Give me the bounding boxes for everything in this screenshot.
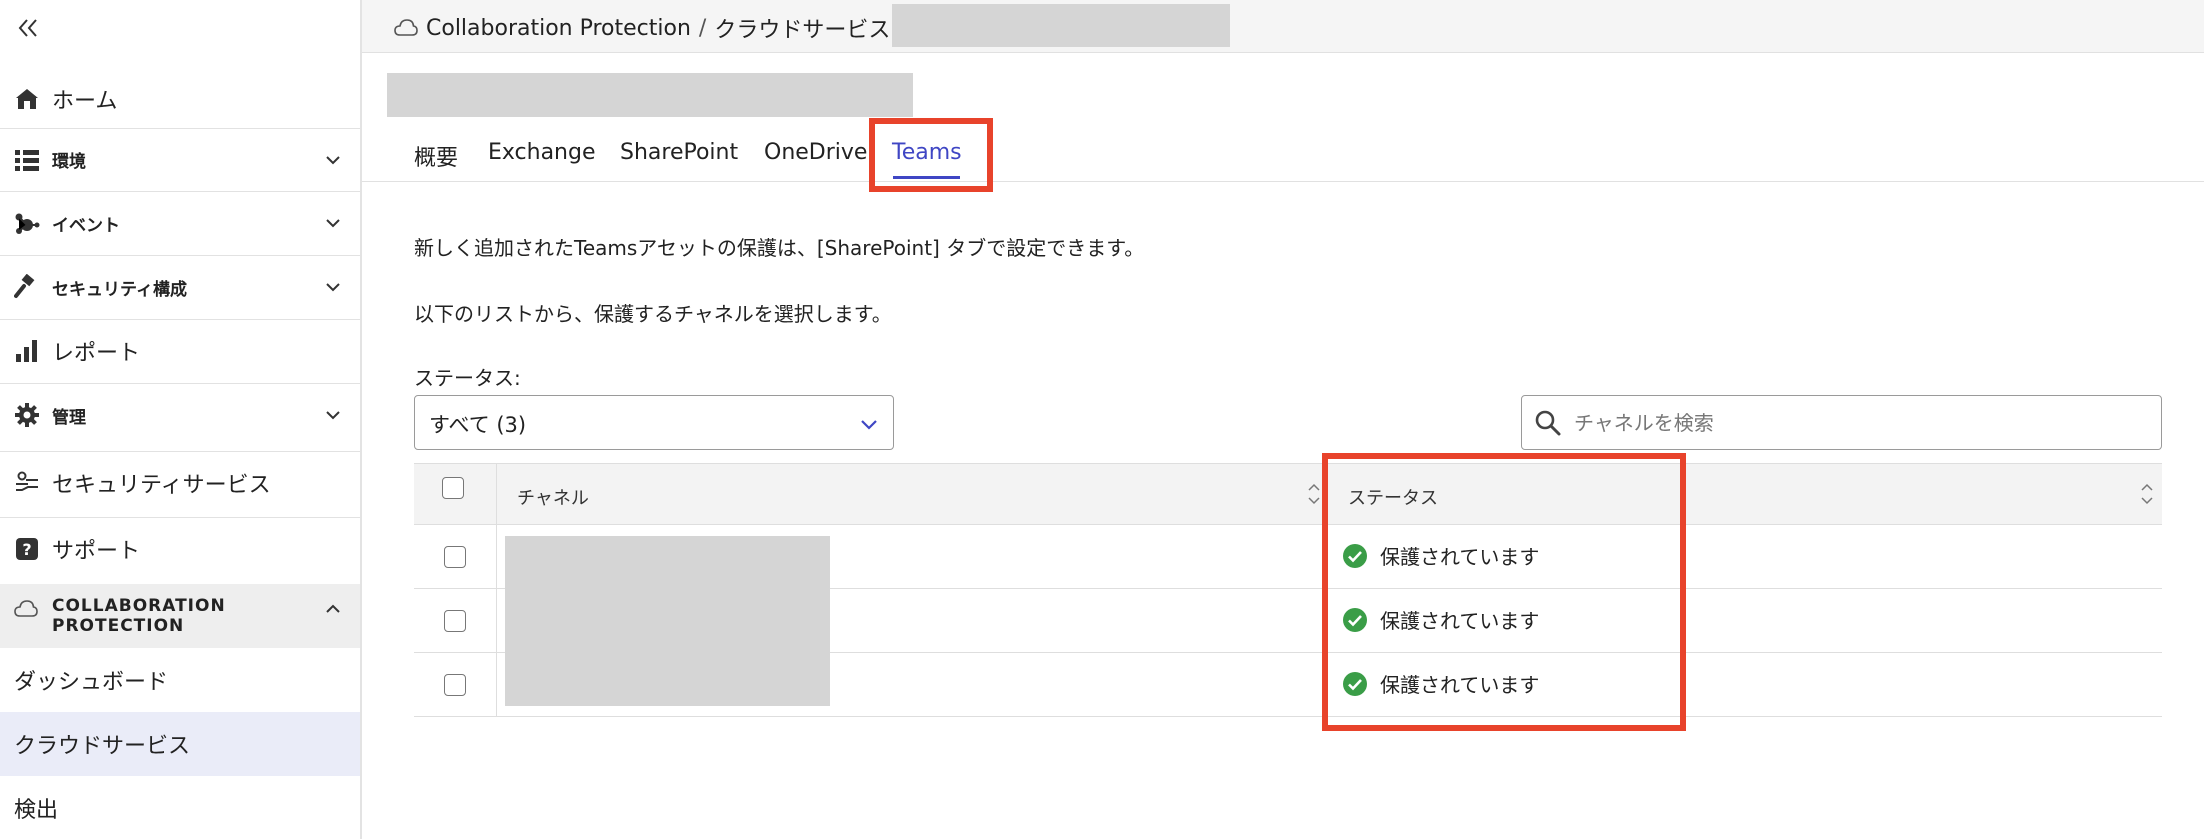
section-title: COLLABORATION PROTECTION — [52, 596, 226, 636]
sidebar-item-events[interactable]: イベント — [0, 191, 360, 255]
sidebar-item-label: 環境 — [52, 152, 86, 172]
sidebar-item-cloud-services[interactable]: クラウドサービス — [0, 712, 360, 776]
sidebar: ホーム 環境 イベント セキュリティ構成 レポート 管理 セキュリティサービス … — [0, 0, 362, 839]
tab-sharepoint[interactable]: SharePoint — [620, 140, 738, 165]
tab-overview[interactable]: 概要 — [414, 140, 458, 172]
sidebar-item-label: レポート — [52, 341, 141, 366]
security-service-icon — [14, 470, 40, 496]
sidebar-item-label: ホーム — [52, 89, 118, 114]
sidebar-item-label: セキュリティサービス — [52, 473, 271, 498]
redacted-channel-names — [505, 536, 830, 706]
cloud-icon — [14, 600, 38, 617]
breadcrumb-cloud-services[interactable]: クラウドサービス — [714, 12, 890, 44]
row-checkbox[interactable] — [444, 546, 466, 568]
collapse-sidebar-icon[interactable] — [14, 14, 42, 42]
chevron-down-icon — [326, 283, 340, 292]
breadcrumb-separator: / — [698, 15, 707, 41]
column-header-channel: チャネル — [517, 488, 589, 509]
sidebar-item-environment[interactable]: 環境 — [0, 128, 360, 191]
status-filter-label: ステータス: — [414, 366, 521, 390]
redacted-page-title — [387, 73, 913, 117]
chevron-down-icon — [326, 411, 340, 420]
redacted-breadcrumb — [892, 4, 1230, 47]
gavel-icon — [14, 274, 40, 300]
status-filter-value: すべて (3) — [429, 413, 527, 437]
chevron-down-icon — [326, 219, 340, 228]
chevron-down-icon — [326, 155, 340, 164]
help-icon: ? — [14, 536, 40, 562]
sidebar-item-label: イベント — [52, 215, 120, 236]
list-icon — [14, 147, 40, 173]
highlight-box-teams-tab — [869, 118, 993, 192]
gear-icon — [14, 402, 40, 428]
tab-onedrive[interactable]: OneDrive — [764, 140, 867, 165]
status-filter-select[interactable]: すべて (3) — [414, 395, 894, 450]
sort-icon[interactable] — [1307, 480, 1321, 508]
sidebar-item-reports[interactable]: レポート — [0, 319, 360, 383]
sidebar-item-label: サポート — [52, 539, 141, 564]
sidebar-item-dashboard[interactable]: ダッシュボード — [0, 648, 360, 712]
bar-chart-icon — [14, 338, 40, 364]
chevron-up-icon — [326, 604, 340, 613]
row-checkbox[interactable] — [444, 610, 466, 632]
svg-text:?: ? — [22, 540, 31, 559]
sidebar-item-admin[interactable]: 管理 — [0, 383, 360, 447]
sidebar-item-security-services[interactable]: セキュリティサービス — [0, 451, 360, 515]
select-all-checkbox[interactable] — [442, 477, 464, 499]
search-input[interactable] — [1572, 404, 2146, 442]
breadcrumb-bar: Collaboration Protection / クラウドサービス / — [362, 0, 2204, 53]
sidebar-item-detections[interactable]: 検出 — [0, 776, 360, 840]
cloud-icon — [394, 19, 418, 36]
search-icon — [1535, 410, 1561, 436]
sidebar-item-home[interactable]: ホーム — [0, 70, 360, 128]
info-text-teams: 新しく追加されたTeamsアセットの保護は、[SharePoint] タブで設定… — [414, 236, 1145, 260]
channel-search[interactable] — [1521, 395, 2162, 450]
breadcrumb: Collaboration Protection / クラウドサービス / — [394, 12, 914, 44]
row-checkbox[interactable] — [444, 674, 466, 696]
sidebar-item-security-config[interactable]: セキュリティ構成 — [0, 255, 360, 319]
sidebar-section-collaboration-protection[interactable]: COLLABORATION PROTECTION — [0, 584, 360, 648]
sidebar-item-label: 管理 — [52, 407, 86, 428]
highlight-box-status-column — [1322, 453, 1686, 731]
tab-exchange[interactable]: Exchange — [488, 140, 596, 165]
table-header: チャネル ステータス — [414, 463, 2162, 525]
breadcrumb-collaboration-protection[interactable]: Collaboration Protection — [426, 16, 691, 41]
chevron-down-icon — [861, 420, 877, 430]
tab-bar: 概要 Exchange SharePoint OneDrive Teams — [362, 130, 2204, 182]
info-text-select-channels: 以下のリストから、保護するチャネルを選択します。 — [414, 302, 892, 326]
event-icon — [14, 210, 40, 236]
sidebar-item-label: セキュリティ構成 — [52, 279, 187, 300]
sort-icon[interactable] — [2140, 480, 2154, 508]
home-icon — [14, 86, 40, 112]
sidebar-item-support[interactable]: ? サポート — [0, 517, 360, 581]
